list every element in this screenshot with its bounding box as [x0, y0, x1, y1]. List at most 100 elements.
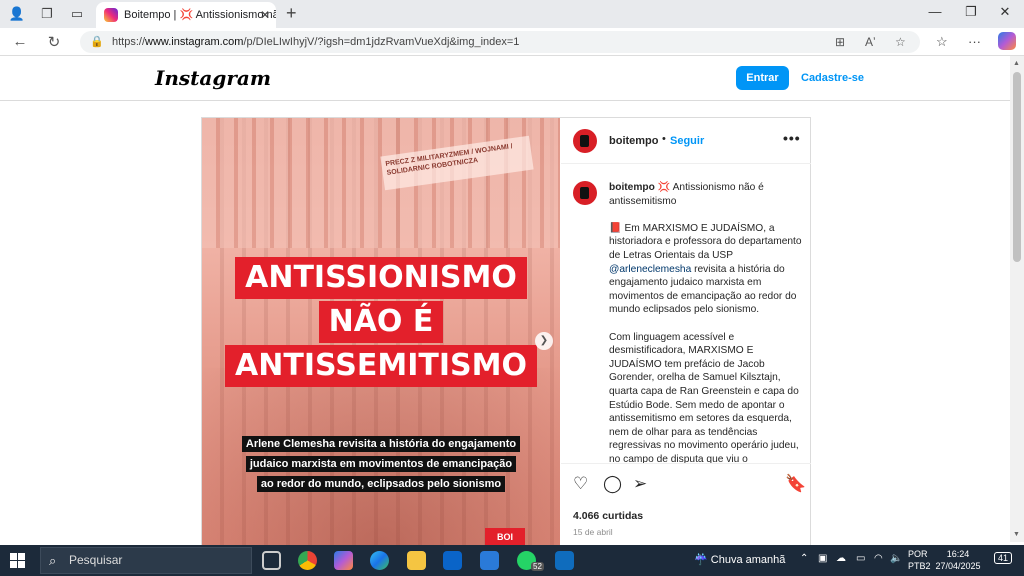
post-header: boitempo • Seguir ••• — [561, 118, 811, 164]
back-icon[interactable]: ← — [10, 33, 30, 50]
post-card: PRECZ Z MILITARYZMEM / WOJNAMI / SOLIDAR… — [201, 117, 811, 547]
login-button[interactable]: Entrar — [736, 66, 789, 90]
caption-username[interactable]: boitempo — [609, 182, 655, 193]
tab-actions-icon[interactable]: ▭ — [68, 5, 86, 23]
url-field[interactable]: 🔒 https://www.instagram.com/p/DIeLIwIhyj… — [80, 31, 920, 53]
building-background — [202, 118, 560, 248]
avatar[interactable] — [573, 129, 597, 153]
signup-link[interactable]: Cadastre-se — [801, 72, 864, 84]
search-placeholder: Pesquisar — [69, 553, 123, 567]
clock-time: 16:24 — [946, 549, 970, 559]
save-bookmark-icon[interactable]: 🔖 — [785, 474, 806, 494]
notifications-icon[interactable]: 41 — [994, 552, 1013, 564]
subtitle-line-3: ao redor do mundo, eclipsados pelo sioni… — [256, 476, 506, 492]
refresh-icon[interactable]: ↻ — [44, 33, 64, 51]
like-heart-icon[interactable]: ♡ — [573, 474, 588, 494]
post-actions: ♡ ◯ ➢ 🔖 4.066 curtidas 15 de abril — [561, 463, 811, 547]
instagram-favicon-icon — [104, 8, 118, 22]
edge-icon[interactable] — [370, 551, 389, 570]
close-tab-icon[interactable]: ✕ — [260, 2, 270, 28]
instagram-header: Instagram Entrar Cadastre-se — [0, 56, 1010, 101]
tray-chevron-icon[interactable]: ⌃ — [800, 553, 808, 564]
workspaces-icon[interactable]: ❐ — [38, 5, 56, 23]
minimize-icon[interactable]: — — [920, 4, 950, 19]
subtitle-line-2: judaico marxista em movimentos de emanci… — [245, 456, 517, 472]
new-tab-icon[interactable]: + — [286, 3, 297, 24]
share-send-icon[interactable]: ➢ — [633, 474, 647, 494]
likes-count[interactable]: 4.066 curtidas — [573, 510, 643, 522]
battery-icon[interactable]: ▭ — [856, 553, 865, 564]
page-scrollbar[interactable]: ▲ ▼ — [1010, 56, 1024, 542]
copilot-icon[interactable] — [998, 32, 1016, 50]
caption-avatar[interactable] — [573, 181, 597, 205]
caption-text: boitempo 💢 Antissionismo não é antissemi… — [609, 181, 803, 463]
tray-app-icon[interactable]: ▣ — [818, 553, 827, 564]
separator-dot: • — [662, 133, 666, 145]
tab-bar: 👤 ❐ ▭ Boitempo | 💢 Antissionismo não ✕ +… — [0, 0, 1024, 28]
outlook-icon[interactable] — [443, 551, 462, 570]
subtitle-line-1: Arlene Clemesha revisita a história do e… — [241, 436, 521, 452]
clock-date: 27/04/2025 — [935, 561, 981, 571]
instagram-page: Instagram Entrar Cadastre-se PRECZ Z MIL… — [0, 56, 1010, 547]
profile-icon[interactable]: 👤 — [8, 5, 26, 23]
restore-icon[interactable]: ❐ — [956, 4, 986, 20]
scrollbar-thumb[interactable] — [1013, 72, 1021, 262]
instagram-logo[interactable]: Instagram — [155, 66, 271, 90]
scroll-up-icon[interactable]: ▲ — [1013, 60, 1020, 67]
url-domain: www.instagram.com — [145, 36, 244, 48]
headline-line-3-row: ANTISSEMITISMO — [202, 345, 560, 387]
subtitle-line-1-row: Arlene Clemesha revisita a história do e… — [202, 434, 560, 453]
url-prefix: https:// — [112, 36, 146, 48]
mention-link[interactable]: @arleneclemesha — [609, 264, 691, 275]
task-view-icon[interactable] — [262, 551, 281, 570]
store-icon[interactable] — [480, 551, 499, 570]
headline-line-2: NÃO É — [318, 301, 444, 343]
post-date[interactable]: 15 de abril — [573, 527, 613, 537]
chrome-icon[interactable] — [298, 551, 317, 570]
next-image-chevron-icon[interactable]: ❯ — [535, 332, 553, 350]
address-bar-row: ← ↻ 🔒 https://www.instagram.com/p/DIeLIw… — [0, 28, 1024, 56]
favorite-star-icon[interactable]: ☆ — [895, 31, 906, 53]
app-available-icon[interactable]: ⊞ — [835, 31, 845, 53]
taskbar: ⌕ Pesquisar 52 ☔ Chuva amanhã ⌃ ▣ ☁ ▭ ◠ … — [0, 545, 1024, 576]
lock-icon: 🔒 — [90, 36, 104, 48]
outlook-new-icon[interactable] — [555, 551, 574, 570]
favorites-icon[interactable]: ☆ — [936, 34, 948, 50]
headline-line-3: ANTISSEMITISMO — [225, 345, 537, 387]
onedrive-icon[interactable]: ☁ — [836, 553, 846, 564]
copilot-app-icon[interactable] — [334, 551, 353, 570]
caption-p3: Com linguagem acessível e desmistificado… — [609, 331, 799, 463]
weather-widget[interactable]: ☔ Chuva amanhã — [694, 553, 785, 566]
taskbar-search[interactable]: ⌕ Pesquisar — [40, 547, 252, 574]
close-window-icon[interactable]: ✕ — [990, 4, 1020, 20]
tab-title: Boitempo | 💢 Antissionismo não — [124, 9, 276, 21]
headline-line-2-row: NÃO É — [202, 301, 560, 343]
file-explorer-icon[interactable] — [407, 551, 426, 570]
lang-line-1: POR — [908, 549, 928, 559]
caption-area: boitempo 💢 Antissionismo não é antissemi… — [561, 165, 811, 463]
caption-p2-before: 📕 Em MARXISMO E JUDAÍSMO, a historiadora… — [609, 222, 802, 261]
language-indicator[interactable]: POR PTB2 — [908, 548, 931, 572]
post-image: PRECZ Z MILITARYZMEM / WOJNAMI / SOLIDAR… — [202, 118, 560, 546]
volume-icon[interactable]: 🔈 — [890, 553, 902, 564]
headline-line-1-row: ANTISSIONISMO — [202, 257, 560, 299]
comment-icon[interactable]: ◯ — [603, 474, 622, 494]
lang-line-2: PTB2 — [908, 561, 931, 571]
more-options-icon[interactable]: ••• — [783, 130, 801, 146]
post-side-panel: boitempo • Seguir ••• boitempo 💢 Antissi… — [561, 118, 811, 546]
search-icon: ⌕ — [49, 553, 57, 568]
subtitle-line-2-row: judaico marxista em movimentos de emanci… — [202, 454, 560, 473]
whatsapp-badge: 52 — [531, 562, 544, 571]
headline-line-1: ANTISSIONISMO — [235, 257, 527, 299]
read-aloud-icon[interactable]: Aʼ — [865, 31, 876, 53]
clock[interactable]: 16:24 27/04/2025 — [933, 548, 983, 572]
url-path: /p/DIeLIwIhyjV/?igsh=dm1jdzRvamVueXdj&im… — [243, 36, 520, 48]
windows-start-icon[interactable] — [10, 553, 25, 568]
scroll-down-icon[interactable]: ▼ — [1013, 531, 1020, 538]
wifi-icon[interactable]: ◠ — [874, 553, 883, 564]
boitempo-logo-badge: BOI — [485, 528, 525, 546]
post-username[interactable]: boitempo — [609, 135, 659, 147]
settings-more-icon[interactable]: ··· — [968, 34, 981, 49]
tab-instagram[interactable]: Boitempo | 💢 Antissionismo não ✕ — [96, 2, 276, 28]
follow-button[interactable]: Seguir — [670, 135, 704, 147]
